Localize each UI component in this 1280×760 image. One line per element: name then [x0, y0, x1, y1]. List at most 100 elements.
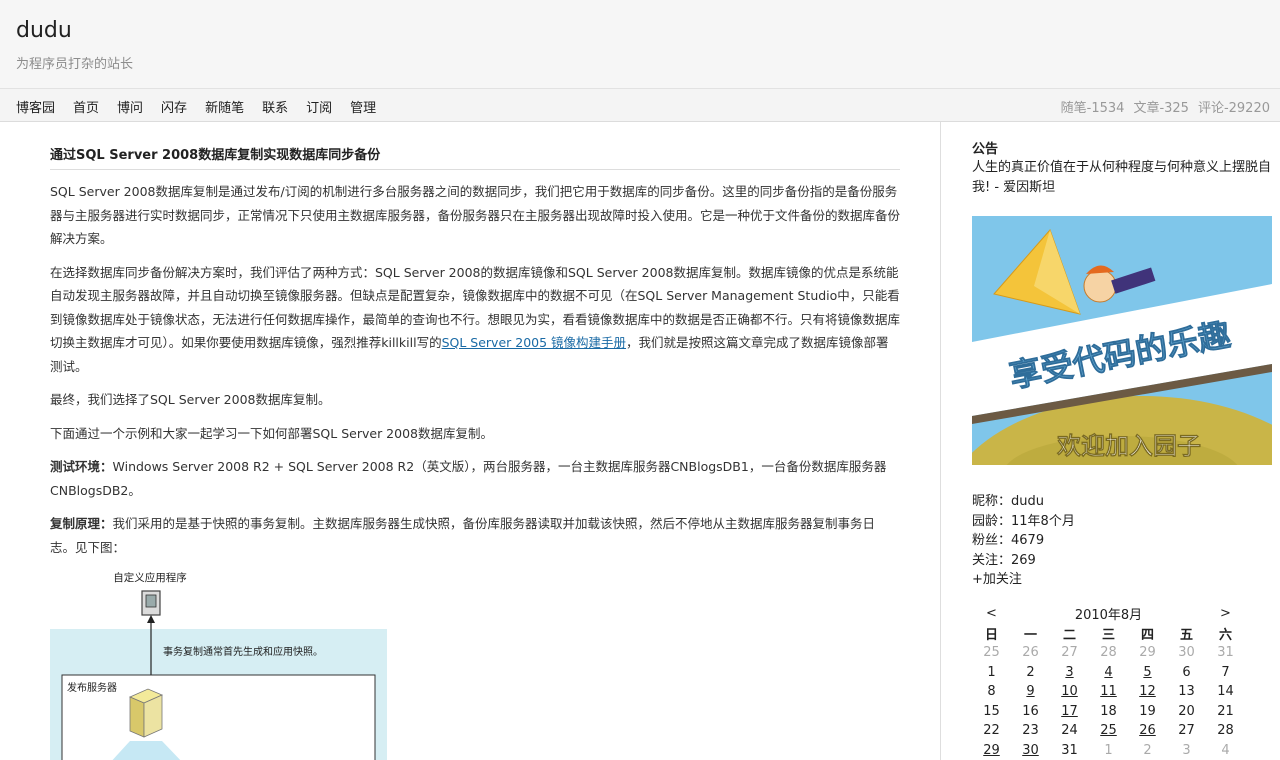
calendar-day: 28 [1100, 645, 1117, 661]
follow-link[interactable]: +加关注 [972, 572, 1022, 587]
calendar-day[interactable]: 25 [1089, 721, 1128, 741]
weekday-label: 一 [1023, 627, 1037, 643]
nav-links: 博客园 首页 博问 闪存 新随笔 联系 订阅 管理 [16, 97, 394, 116]
calendar-day: 25 [983, 645, 1000, 661]
calendar-day: 28 [1217, 723, 1234, 739]
calendar-week: 1 23456 7 [972, 663, 1245, 683]
post-paragraph: 最终，我们选择了SQL Server 2008数据库复制。 [50, 392, 331, 407]
site-subtitle: 为程序员打杂的站长 [16, 57, 134, 72]
calendar-day: 2 [1026, 664, 1035, 680]
calendar-week: 29 30 31 1 2 3 4 [972, 741, 1245, 760]
nav-link-admin[interactable]: 管理 [350, 101, 376, 116]
post-paragraph: 在选择数据库同步备份解决方案时，我们评估了两种方式：SQL Server 200… [50, 264, 901, 374]
calendar-day[interactable]: 9 [1011, 682, 1050, 702]
calendar-day[interactable]: 10 [1050, 682, 1089, 702]
calendar-day[interactable]: 30 [1011, 741, 1050, 760]
calendar-day: 23 [1022, 723, 1039, 739]
calendar-weekdays: 日 一 二 三 四 五 六 [972, 624, 1245, 644]
calendar-day: 13 [1178, 684, 1195, 700]
post-title[interactable]: 通过SQL Server 2008数据库复制实现数据库同步备份 [50, 144, 900, 170]
calendar-day: 26 [1022, 645, 1039, 661]
site-title[interactable]: dudu [16, 18, 72, 43]
replication-diagram: 自定义应用程序 事务复制通常首先生成和应用快照。 发布服务器 [50, 571, 387, 760]
calendar-day: 24 [1061, 723, 1078, 739]
calendar-month: 2010年8月 [1074, 608, 1143, 624]
calendar-day: 14 [1217, 684, 1234, 700]
calendar-day: 20 [1178, 703, 1195, 719]
column-divider [940, 122, 941, 760]
calendar-day: 30 [1178, 645, 1195, 661]
calendar-day[interactable]: 26 [1128, 721, 1167, 741]
nav-link-ing[interactable]: 闪存 [161, 101, 187, 116]
stat-articles: 文章-325 [1133, 101, 1189, 116]
calendar-week: 25 26 27 28 29 30 31 [972, 643, 1245, 663]
banner-welcome: 欢迎加入园子 [1056, 432, 1201, 460]
weekday-label: 五 [1179, 627, 1193, 643]
calendar-day: 2 [1143, 742, 1152, 758]
calendar-day: 31 [1217, 645, 1234, 661]
character-icon [1083, 269, 1117, 303]
calendar-day: 22 [983, 723, 1000, 739]
blog-stats: 随笔-1534 文章-325 评论-29220 [1052, 97, 1270, 116]
nav-link-questions[interactable]: 博问 [117, 101, 143, 116]
post-body: SQL Server 2008数据库复制是通过发布/订阅的机制进行多台服务器之间… [50, 180, 900, 559]
calendar-day: 15 [983, 703, 1000, 719]
post: 通过SQL Server 2008数据库复制实现数据库同步备份 SQL Serv… [50, 144, 900, 760]
weekday-label: 日 [984, 627, 998, 643]
profile-age: 园龄：11年8个月 [972, 513, 1075, 529]
notice-title: 公告 [972, 142, 999, 157]
calendar-day[interactable]: 29 [972, 741, 1011, 760]
mirror-manual-link[interactable]: SQL Server 2005 镜像构建手册 [442, 335, 626, 350]
calendar-day: 21 [1217, 703, 1234, 719]
site-header: dudu 为程序员打杂的站长 [0, 0, 1280, 89]
calendar-day: 1 [987, 664, 996, 680]
calendar-day: 31 [1061, 742, 1078, 758]
calendar-day: 27 [1061, 645, 1078, 661]
calendar-day: 6 [1182, 664, 1191, 680]
profile-following[interactable]: 关注：269 [972, 551, 1075, 571]
nav-link-contact[interactable]: 联系 [262, 101, 288, 116]
calendar-day: 7 [1221, 664, 1230, 680]
nav-link-home[interactable]: 首页 [73, 101, 99, 116]
post-paragraph: 复制原理：我们采用的是基于快照的事务复制。主数据库服务器生成快照，备份库服务器读… [50, 516, 876, 555]
stat-comments: 评论-29220 [1197, 101, 1270, 116]
profile-nickname: 昵称：dudu [972, 494, 1044, 509]
nav-link-subscribe[interactable]: 订阅 [306, 101, 332, 116]
calendar-day[interactable]: 11 [1089, 682, 1128, 702]
navigation-bar: 博客园 首页 博问 闪存 新随笔 联系 订阅 管理 随笔-1534 文章-325 评论-29220 [0, 89, 1280, 122]
calendar-day[interactable]: 3 [1050, 663, 1089, 683]
calendar: < 2010年8月 > 日 一 二 三 四 五 六 25 26 27 28 29 30 31… [972, 604, 1245, 760]
calendar-day: 27 [1178, 723, 1195, 739]
weekday-label: 二 [1062, 627, 1076, 643]
post-paragraph: 下面通过一个示例和大家一起学习一下如何部署SQL Server 2008数据库复… [50, 425, 493, 441]
weekday-label: 三 [1101, 627, 1115, 643]
profile-info: 昵称：dudu 园龄：11年8个月 粉丝：4679 关注：269 +加关注 [972, 492, 1075, 590]
stat-posts: 随笔-1534 [1060, 101, 1125, 116]
calendar-next-button[interactable]: > [1206, 604, 1245, 624]
post-paragraph: SQL Server 2008数据库复制是通过发布/订阅的机制进行多台服务器之间… [50, 184, 901, 246]
profile-fans[interactable]: 粉丝：4679 [972, 531, 1075, 551]
calendar-days: 25 26 27 28 29 30 31 1 2 3 4 5 6 7 8 9 10 11 12 13 14 15 16 17 1… [972, 643, 1245, 760]
nav-link-cnblogs[interactable]: 博客园 [16, 101, 55, 116]
calendar-day[interactable]: 4 [1089, 663, 1128, 683]
calendar-day[interactable]: 17 [1050, 702, 1089, 722]
nav-link-new-post[interactable]: 新随笔 [205, 101, 244, 116]
cnblogs-banner[interactable]: 享受代码的乐趣 欢迎加入园子 [972, 216, 1272, 465]
calendar-week: 8 9 10 11 12 13 14 [972, 682, 1245, 702]
calendar-day[interactable]: 12 [1128, 682, 1167, 702]
calendar-day: 8 [987, 684, 996, 700]
calendar-day[interactable]: 5 [1128, 663, 1167, 683]
diagram-note: 事务复制通常首先生成和应用快照。 [163, 645, 323, 658]
calendar-day: 18 [1100, 703, 1117, 719]
calendar-day: 16 [1022, 703, 1039, 719]
server-icon [129, 688, 163, 738]
application-icon [141, 590, 161, 616]
calendar-day: 1 [1104, 742, 1113, 758]
calendar-day: 19 [1139, 703, 1156, 719]
diagram-app-label: 自定义应用程序 [113, 571, 187, 584]
calendar-prev-button[interactable]: < [972, 604, 1011, 624]
calendar-day: 3 [1182, 742, 1191, 758]
weekday-label: 六 [1218, 627, 1232, 643]
main-content: 通过SQL Server 2008数据库复制实现数据库同步备份 SQL Serv… [0, 122, 940, 760]
publisher-label: 发布服务器 [67, 681, 117, 694]
